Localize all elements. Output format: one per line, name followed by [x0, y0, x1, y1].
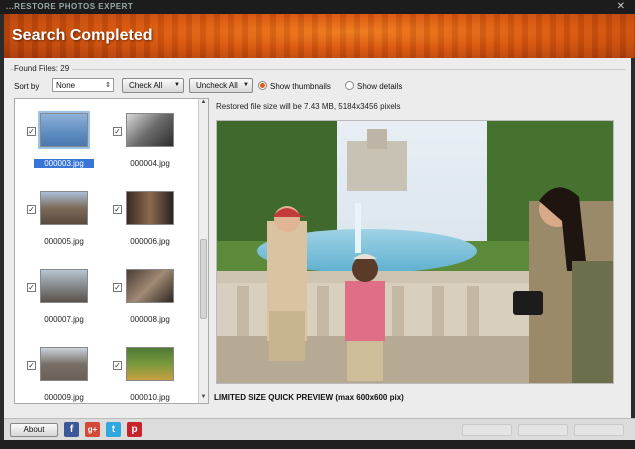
footer-button[interactable] [518, 424, 568, 436]
file-checkbox[interactable]: ✓ [27, 283, 36, 292]
results-toolbar: Sort by None ⇕ Check All ▼ Uncheck All ▼… [14, 78, 614, 94]
footer-button[interactable] [574, 424, 624, 436]
file-item[interactable]: ✓ 000004.jpg [113, 111, 183, 181]
restored-file-info: Restored file size will be 7.43 MB, 5184… [216, 102, 401, 111]
file-checkbox[interactable]: ✓ [27, 205, 36, 214]
taskbar-strip [0, 440, 635, 449]
pinterest-icon[interactable]: p [127, 422, 142, 437]
close-icon[interactable]: ✕ [617, 1, 625, 12]
file-thumbnail [126, 191, 174, 225]
footer-button[interactable] [462, 424, 512, 436]
google-plus-icon[interactable]: g+ [85, 422, 100, 437]
file-name: 000010.jpg [130, 393, 170, 402]
window-title: ...RESTORE PHOTOS EXPERT [6, 2, 134, 11]
file-item[interactable]: ✓ 000010.jpg [113, 345, 183, 403]
file-checkbox[interactable]: ✓ [113, 205, 122, 214]
file-name: 000003.jpg [34, 159, 94, 168]
group-divider [10, 69, 625, 70]
file-thumbnail-list[interactable]: ✓ 000003.jpg ✓ 000004.jpg ✓ 000005.jpg ✓… [14, 98, 209, 404]
about-button[interactable]: About [10, 423, 58, 437]
check-all-button[interactable]: Check All ▼ [122, 78, 184, 93]
file-thumbnail [126, 113, 174, 147]
preview-caption: LIMITED SIZE QUICK PREVIEW (max 600x600 … [214, 393, 404, 402]
file-checkbox[interactable]: ✓ [113, 361, 122, 370]
show-details-label[interactable]: Show details [357, 82, 402, 91]
file-name: 000007.jpg [44, 315, 84, 324]
file-thumbnail [38, 111, 90, 149]
file-item[interactable]: ✓ 000005.jpg [27, 189, 97, 259]
window-titlebar: ...RESTORE PHOTOS EXPERT ✕ [0, 0, 635, 14]
sort-by-label: Sort by [14, 82, 40, 91]
dropdown-arrow-icon: ▼ [243, 82, 249, 88]
page-title: Search Completed [12, 27, 153, 44]
file-item[interactable]: ✓ 000007.jpg [27, 267, 97, 337]
scroll-down-icon[interactable]: ▼ [199, 394, 208, 403]
results-panel: Found Files: 29 Sort by None ⇕ Check All… [4, 58, 631, 418]
file-checkbox[interactable]: ✓ [113, 283, 122, 292]
uncheck-all-label: Uncheck All [196, 81, 238, 90]
file-item[interactable]: ✓ 000009.jpg [27, 345, 97, 403]
file-checkbox[interactable]: ✓ [27, 361, 36, 370]
show-details-radio[interactable] [345, 81, 354, 90]
file-name: 000005.jpg [44, 237, 84, 246]
show-thumbnails-label[interactable]: Show thumbnails [270, 82, 331, 91]
sort-by-select[interactable]: None ⇕ [52, 78, 114, 92]
file-thumbnail [40, 191, 88, 225]
uncheck-all-button[interactable]: Uncheck All ▼ [189, 78, 253, 93]
file-name: 000006.jpg [130, 237, 170, 246]
twitter-icon[interactable]: t [106, 422, 121, 437]
check-all-label: Check All [129, 81, 163, 90]
header-banner: Search Completed [4, 14, 635, 58]
show-thumbnails-radio[interactable] [258, 81, 267, 90]
facebook-icon[interactable]: f [64, 422, 79, 437]
list-scrollbar[interactable]: ▲ ▼ [198, 99, 208, 403]
file-thumbnail [40, 347, 88, 381]
file-item[interactable]: ✓ 000006.jpg [113, 189, 183, 259]
file-name: 000004.jpg [130, 159, 170, 168]
file-thumbnail [126, 269, 174, 303]
photo-preview [216, 120, 614, 384]
preview-photo [217, 121, 613, 383]
footer-bar: About f g+ t p [4, 418, 635, 441]
scrollbar-thumb[interactable] [200, 239, 207, 319]
file-thumbnail [126, 347, 174, 381]
sort-by-value: None [56, 81, 76, 90]
file-thumbnail [40, 269, 88, 303]
scroll-up-icon[interactable]: ▲ [199, 99, 208, 108]
file-name: 000008.jpg [130, 315, 170, 324]
file-name: 000009.jpg [44, 393, 84, 402]
file-item[interactable]: ✓ 000003.jpg [27, 111, 97, 181]
file-item[interactable]: ✓ 000008.jpg [113, 267, 183, 337]
dropdown-arrow-icon: ▼ [174, 82, 180, 88]
spinner-icon: ⇕ [105, 82, 111, 89]
found-files-count: Found Files: 29 [14, 64, 73, 73]
file-checkbox[interactable]: ✓ [113, 127, 122, 136]
file-checkbox[interactable]: ✓ [27, 127, 36, 136]
